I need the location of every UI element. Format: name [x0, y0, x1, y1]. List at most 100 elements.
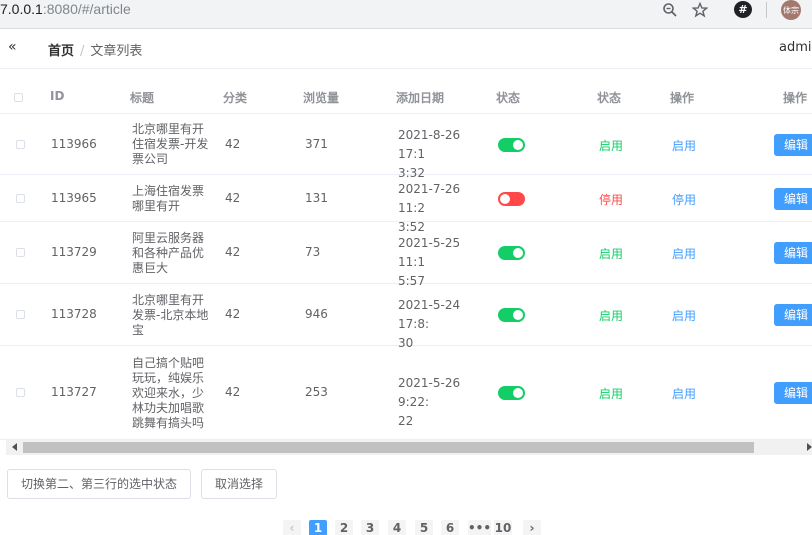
cell-date: 2021-5-25 11:1 5:57 — [398, 234, 488, 291]
profile-avatar[interactable]: 体宗 — [781, 0, 801, 20]
operation-link[interactable]: 启用 — [672, 245, 696, 262]
cell-title-line: 玩玩，纯娱乐 — [132, 370, 205, 385]
row-checkbox[interactable] — [16, 248, 25, 257]
cell-title-line: 北京哪里有开 — [132, 292, 205, 307]
toggle-selection-button[interactable]: 切换第二、第三行的选中状态 — [7, 469, 191, 499]
table-header: ID 标题 分类 浏览量 添加日期 状态 状态 操作 操作 — [0, 80, 812, 114]
pager-page-2[interactable]: 2 — [335, 520, 353, 535]
breadcrumb-current: 文章列表 — [90, 44, 143, 59]
column-header-date[interactable]: 添加日期 — [396, 89, 444, 106]
status-switch[interactable] — [498, 246, 525, 260]
cell-views: 73 — [305, 245, 321, 259]
cell-title-line: 惠巨大 — [132, 260, 169, 275]
edit-button[interactable]: 编辑 — [774, 304, 812, 326]
cell-title-line: 宝 — [132, 322, 145, 337]
row-checkbox[interactable] — [16, 139, 25, 149]
switch-knob — [500, 193, 510, 204]
cell-title: 上海住宿发票 哪里有开 — [132, 184, 214, 214]
cell-id: 113966 — [51, 136, 97, 151]
cell-date-line: 2021-8-26 17:1 — [398, 127, 461, 161]
pager-page-10[interactable]: 10 — [494, 520, 512, 535]
zoom-icon[interactable] — [660, 0, 680, 20]
url-path: :8080/#/article — [42, 1, 131, 17]
scroll-left-arrow-icon[interactable] — [12, 443, 17, 451]
operation-link[interactable]: 启用 — [672, 385, 696, 402]
bookmark-star-icon[interactable] — [690, 0, 710, 20]
cell-date: 2021-5-24 17:8: 30 — [398, 296, 488, 353]
cell-category: 42 — [225, 307, 241, 321]
column-header-views[interactable]: 浏览量 — [303, 89, 339, 106]
cell-id: 113729 — [51, 245, 97, 259]
table-row[interactable]: 113729 阿里云服务器 和各种产品优 惠巨大 42 73 2021-5-25 11:1 5… — [0, 222, 812, 288]
prev-page-icon[interactable]: ‹ — [283, 520, 301, 535]
collapse-sidebar-icon[interactable]: « — [8, 39, 17, 55]
cell-category: 42 — [225, 136, 241, 151]
pager-page-3[interactable]: 3 — [361, 520, 379, 535]
extension-icon[interactable]: # — [734, 1, 752, 18]
table-row[interactable]: 113965 上海住宿发票 哪里有开 42 131 2021-7-26 11:2 3:52 停… — [0, 175, 812, 234]
status-text: 启用 — [599, 138, 624, 153]
scrollbar-thumb[interactable] — [23, 442, 754, 453]
status-text: 启用 — [599, 387, 624, 401]
column-header-category[interactable]: 分类 — [223, 89, 247, 106]
edit-button[interactable]: 编辑 — [774, 242, 812, 264]
operation-link[interactable]: 停用 — [672, 191, 696, 208]
next-page-icon[interactable]: › — [523, 520, 541, 535]
table-row[interactable]: 113728 北京哪里有开 发票-北京本地宝 42 946 2021-5-24 17:8:… — [0, 284, 812, 350]
cell-date-line: 2021-5-25 11:1 — [398, 236, 461, 269]
cell-title-line: 票公司 — [132, 152, 169, 166]
scroll-right-arrow-icon[interactable] — [807, 443, 812, 451]
status-switch[interactable] — [498, 386, 525, 400]
cell-title-line: 哪里有开 — [132, 198, 181, 213]
column-header-id[interactable]: ID — [50, 89, 64, 103]
edit-button[interactable]: 编辑 — [774, 133, 812, 156]
cell-title: 北京哪里有开 发票-北京本地宝 — [132, 293, 214, 338]
pager-page-1[interactable]: 1 — [309, 520, 327, 535]
column-header-title[interactable]: 标题 — [130, 89, 154, 106]
cell-date-line: 2021-5-26 9:22: — [398, 376, 461, 409]
breadcrumb-home[interactable]: 首页 — [48, 44, 74, 59]
column-header-operation[interactable]: 操作 — [670, 89, 694, 106]
browser-toolbar: 7.0.0.1:8080/#/article # 体宗 — [0, 0, 812, 29]
cell-category: 42 — [225, 245, 241, 259]
operation-link[interactable]: 启用 — [672, 307, 696, 324]
select-all-checkbox[interactable] — [14, 93, 23, 102]
column-header-actions[interactable]: 操作 — [783, 89, 807, 106]
switch-knob — [513, 310, 523, 320]
switch-knob — [513, 248, 523, 258]
status-switch[interactable] — [498, 191, 525, 206]
cell-id: 113728 — [51, 307, 97, 321]
edit-button[interactable]: 编辑 — [774, 187, 812, 210]
switch-knob — [513, 139, 523, 150]
row-checkbox[interactable] — [16, 310, 25, 319]
row-checkbox[interactable] — [16, 388, 25, 397]
cell-id: 113965 — [51, 190, 97, 205]
status-text: 启用 — [599, 309, 624, 323]
table-row[interactable]: 113727 自己搞个贴吧 玩玩，纯娱乐 欢迎来水，少 林功夫加唱歌 跳舞有搞头吗 42 25… — [0, 346, 812, 440]
edit-button[interactable]: 编辑 — [774, 382, 812, 404]
status-text: 启用 — [599, 247, 624, 261]
cell-title: 自己搞个贴吧 玩玩，纯娱乐 欢迎来水，少 林功夫加唱歌 跳舞有搞头吗 — [132, 356, 214, 431]
breadcrumb-separator: / — [80, 44, 85, 59]
pager-page-6[interactable]: 6 — [441, 520, 459, 535]
cell-title-line: 和各种产品优 — [132, 245, 205, 260]
status-text: 停用 — [599, 192, 624, 207]
user-menu[interactable]: admin — [779, 40, 812, 55]
horizontal-scrollbar[interactable] — [6, 440, 812, 455]
table-row[interactable]: 113966 北京哪里有开 住宿发票-开发 票公司 42 371 2021-8-26 17:… — [0, 114, 812, 180]
cell-views: 253 — [305, 385, 328, 399]
toolbar-divider — [766, 2, 767, 18]
url-host: 7.0.0.1 — [0, 1, 43, 17]
column-header-status-switch[interactable]: 状态 — [496, 89, 520, 106]
article-table: ID 标题 分类 浏览量 添加日期 状态 状态 操作 操作 113966 北京哪里… — [0, 80, 812, 440]
pager-more-icon[interactable]: ••• — [468, 520, 492, 535]
operation-link[interactable]: 启用 — [672, 137, 696, 154]
pager-page-4[interactable]: 4 — [388, 520, 406, 535]
pager-page-5[interactable]: 5 — [415, 520, 433, 535]
clear-selection-button[interactable]: 取消选择 — [201, 469, 277, 499]
status-switch[interactable] — [498, 308, 525, 322]
row-checkbox[interactable] — [16, 193, 25, 203]
status-switch[interactable] — [498, 137, 525, 152]
address-bar[interactable]: 7.0.0.1:8080/#/article — [0, 0, 131, 20]
column-header-status[interactable]: 状态 — [597, 89, 621, 106]
